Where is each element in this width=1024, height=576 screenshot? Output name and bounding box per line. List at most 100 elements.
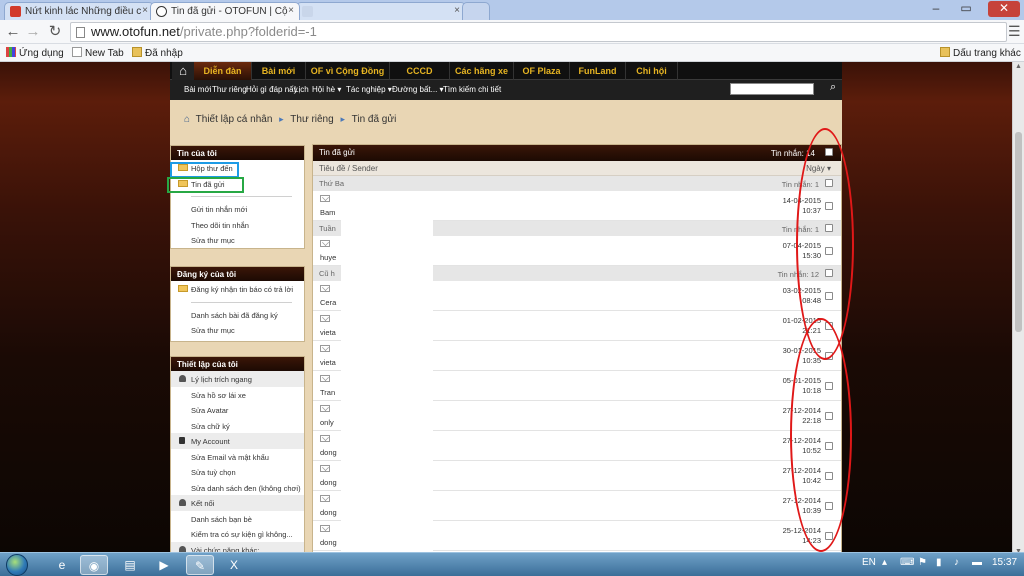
envelope-icon xyxy=(320,240,330,247)
url-path: /private.php?folderid=-1 xyxy=(179,24,317,39)
close-window-icon[interactable]: ✕ xyxy=(988,1,1020,17)
url-input[interactable]: www.otofun.net/private.php?folderid=-1 xyxy=(70,22,1007,42)
subnav-advanced-search[interactable]: Tìm kiếm chi tiết xyxy=(443,85,501,94)
network-icon[interactable]: ▮ xyxy=(936,557,942,568)
tab-1[interactable]: Nứt kinh lác Những điều c × xyxy=(4,2,154,20)
bookmark-apps[interactable]: Ứng dụng xyxy=(6,47,64,59)
clock[interactable]: 15:37 xyxy=(992,557,1017,568)
sender-name[interactable]: Bam xyxy=(320,208,335,217)
close-tab-icon[interactable]: × xyxy=(142,5,148,16)
search-icon[interactable]: ⌕ xyxy=(830,81,836,94)
site-search-input[interactable] xyxy=(730,83,814,95)
sender-name[interactable]: vieta xyxy=(320,358,336,367)
link-friends-list[interactable]: Danh sách bạn bè xyxy=(171,511,304,527)
group-connections: Kết nối xyxy=(171,495,304,511)
link-send-new-message[interactable]: Gửi tin nhắn mới xyxy=(171,201,304,217)
envelope-icon xyxy=(320,195,330,202)
annotation-circle xyxy=(790,318,852,552)
column-subject[interactable]: Tiêu đề / Sender xyxy=(319,164,378,173)
sender-name[interactable]: only xyxy=(320,418,334,427)
sender-name[interactable]: huye xyxy=(320,253,336,262)
link-subscribed-threads[interactable]: Danh sách bài đã đăng ký xyxy=(171,307,304,323)
maximize-icon[interactable]: ▭ xyxy=(954,1,978,17)
subnav-actions[interactable]: Tác nghiệp ▾ xyxy=(346,85,392,94)
breadcrumb-arrow-icon: ▸ xyxy=(340,114,345,124)
link-edit-options[interactable]: Sửa tuỳ chọn xyxy=(171,464,304,480)
page-scrollbar[interactable]: ▲ ▼ xyxy=(1012,62,1024,556)
reload-icon[interactable]: ↻ xyxy=(46,23,64,41)
home-icon[interactable]: ⌂ xyxy=(172,62,194,80)
link-edit-driver-profile[interactable]: Sửa hồ sơ lái xe xyxy=(171,387,304,403)
block-title: Đăng ký của tôi xyxy=(171,267,304,281)
close-tab-icon[interactable]: × xyxy=(288,5,294,16)
hamburger-menu-icon[interactable]: ☰ xyxy=(1008,23,1021,40)
battery-icon[interactable]: ▬ xyxy=(972,557,982,568)
sender-name[interactable]: dong xyxy=(320,448,337,457)
subnav-qa[interactable]: Hỏi gì đáp nấy xyxy=(246,85,298,94)
tray-expand-icon[interactable]: ▴ xyxy=(882,557,887,568)
nav-new-posts[interactable]: Bài mới xyxy=(252,62,306,80)
breadcrumb-item[interactable]: Thiết lập cá nhân xyxy=(196,114,273,125)
sender-name[interactable]: vieta xyxy=(320,328,336,337)
tab-2-active[interactable]: Tin đã gửi - OTOFUN | Cộ × xyxy=(150,2,300,20)
home-icon[interactable]: ⌂ xyxy=(184,114,190,125)
link-edit-signature[interactable]: Sửa chữ ký xyxy=(171,418,304,434)
start-button[interactable] xyxy=(6,554,28,576)
flag-icon[interactable]: ⚑ xyxy=(918,557,927,568)
forum-site: ⌂ Diễn đàn Bài mới OF vì Cộng Đồng CCCD … xyxy=(170,62,842,556)
nav-forum[interactable]: Diễn đàn xyxy=(194,62,252,80)
forward-arrow-icon[interactable]: → xyxy=(24,23,42,41)
link-edit-email-password[interactable]: Sửa Email và mật khẩu xyxy=(171,449,304,465)
sender-name[interactable]: Tran xyxy=(320,388,335,397)
nav-funland[interactable]: FunLand xyxy=(570,62,626,80)
subnav-events[interactable]: Hội hè ▾ xyxy=(312,85,341,94)
ie-icon[interactable]: e xyxy=(48,555,76,575)
nav-cccd[interactable]: CCCD xyxy=(390,62,450,80)
paint-icon[interactable]: ✎ xyxy=(186,555,214,575)
scrollbar-thumb[interactable] xyxy=(1015,132,1022,332)
address-bar-row: ← → ↻ www.otofun.net/private.php?folderi… xyxy=(0,20,1024,44)
redacted-area xyxy=(341,192,433,552)
keyboard-icon[interactable]: ⌨ xyxy=(900,557,914,568)
scroll-up-icon[interactable]: ▲ xyxy=(1015,63,1022,70)
nav-car-brands[interactable]: Các hãng xe xyxy=(450,62,514,80)
subnav-roads[interactable]: Đường bất... ▾ xyxy=(392,85,444,94)
windows-taskbar: e ◉ ▤ ▶ ✎ X EN ▴ ⌨ ⚑ ▮ ♪ ▬ 15:37 xyxy=(0,552,1024,576)
link-check-events[interactable]: Kiểm tra có sự kiện gì không... xyxy=(171,526,304,542)
back-arrow-icon[interactable]: ← xyxy=(4,23,22,41)
sub-nav: Bài mới Thư riêng Hỏi gì đáp nấy Lịch Hộ… xyxy=(170,80,842,100)
minimize-icon[interactable]: – xyxy=(924,1,948,17)
breadcrumb-item[interactable]: Thư riêng xyxy=(290,114,333,125)
link-edit-folders[interactable]: Sửa thư mục xyxy=(171,322,304,338)
tab-3[interactable]: × xyxy=(296,2,466,20)
envelope-icon xyxy=(320,525,330,532)
explorer-icon[interactable]: ▤ xyxy=(116,555,144,575)
sender-name[interactable]: Cera xyxy=(320,298,336,307)
volume-icon[interactable]: ♪ xyxy=(954,557,959,568)
language-indicator[interactable]: EN xyxy=(862,557,876,568)
subnav-private-messages[interactable]: Thư riêng xyxy=(212,85,247,94)
bookmark-new-tab[interactable]: New Tab xyxy=(72,47,124,59)
link-edit-avatar[interactable]: Sửa Avatar xyxy=(171,402,304,418)
sender-name[interactable]: dong xyxy=(320,478,337,487)
chrome-icon[interactable]: ◉ xyxy=(80,555,108,575)
link-edit-folders[interactable]: Sửa thư mục xyxy=(171,232,304,248)
sender-name[interactable]: dong xyxy=(320,538,337,547)
excel-icon[interactable]: X xyxy=(220,555,248,575)
nav-chi-hoi[interactable]: Chi hội xyxy=(626,62,678,80)
bookmark-other[interactable]: Dấu trang khác xyxy=(940,47,1021,59)
sender-name[interactable]: dong xyxy=(320,508,337,517)
link-track-messages[interactable]: Theo dõi tin nhắn xyxy=(171,217,304,233)
nav-community[interactable]: OF vì Cộng Đồng xyxy=(306,62,390,80)
new-tab-button[interactable] xyxy=(462,2,490,20)
media-player-icon[interactable]: ▶ xyxy=(150,555,178,575)
close-tab-icon[interactable]: × xyxy=(454,5,460,16)
bookmark-label: Dấu trang khác xyxy=(953,48,1021,59)
envelope-icon xyxy=(320,495,330,502)
nav-of-plaza[interactable]: OF Plaza xyxy=(514,62,570,80)
link-edit-ignore-list[interactable]: Sửa danh sách đen (không chơi) xyxy=(171,480,304,496)
subnav-calendar[interactable]: Lịch xyxy=(294,85,309,94)
subnav-new-posts[interactable]: Bài mới xyxy=(184,85,211,94)
bookmark-imported[interactable]: Đã nhập xyxy=(132,47,183,59)
folder-subscriptions[interactable]: Đăng ký nhận tin báo có trả lời xyxy=(171,281,304,297)
